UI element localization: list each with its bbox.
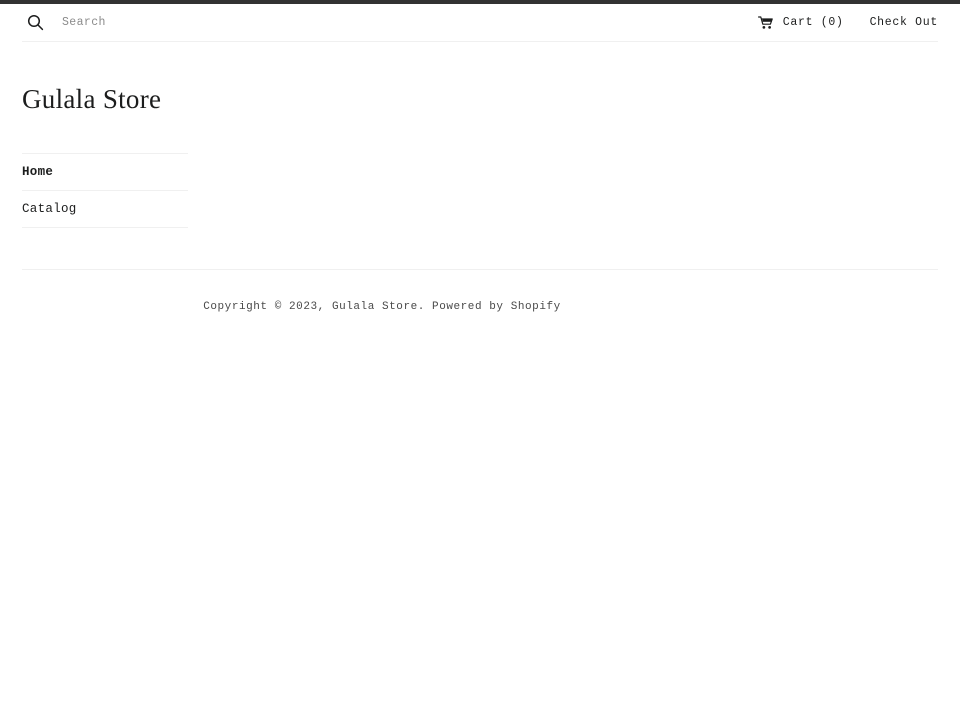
search-icon[interactable] [22,10,48,36]
page-title: Gulala Store [22,84,162,114]
header-actions: Cart (0) Check Out [757,15,938,30]
cart-label: Cart (0) [782,16,844,29]
checkout-label: Check Out [869,16,938,29]
cart-link[interactable]: Cart (0) [757,15,844,30]
search-input[interactable] [62,12,362,33]
nav-item-home: Home [22,154,188,192]
header-inner: Cart (0) Check Out [22,4,938,42]
shopping-cart-icon [757,15,774,30]
copyright-text: Copyright © 2023, Gulala Store. Powered … [203,301,561,314]
checkout-link[interactable]: Check Out [870,16,938,29]
nav-item-catalog: Catalog [22,191,188,229]
nav-link-home[interactable]: Home [22,154,188,190]
site-header: Cart (0) Check Out [0,4,960,42]
site-footer: Copyright © 2023, Gulala Store. Powered … [22,269,938,313]
site-nav: Home Catalog [22,153,188,229]
main-content: Gulala Store Home Catalog [22,42,938,229]
search-group [22,4,362,41]
nav-link-catalog[interactable]: Catalog [22,191,188,227]
